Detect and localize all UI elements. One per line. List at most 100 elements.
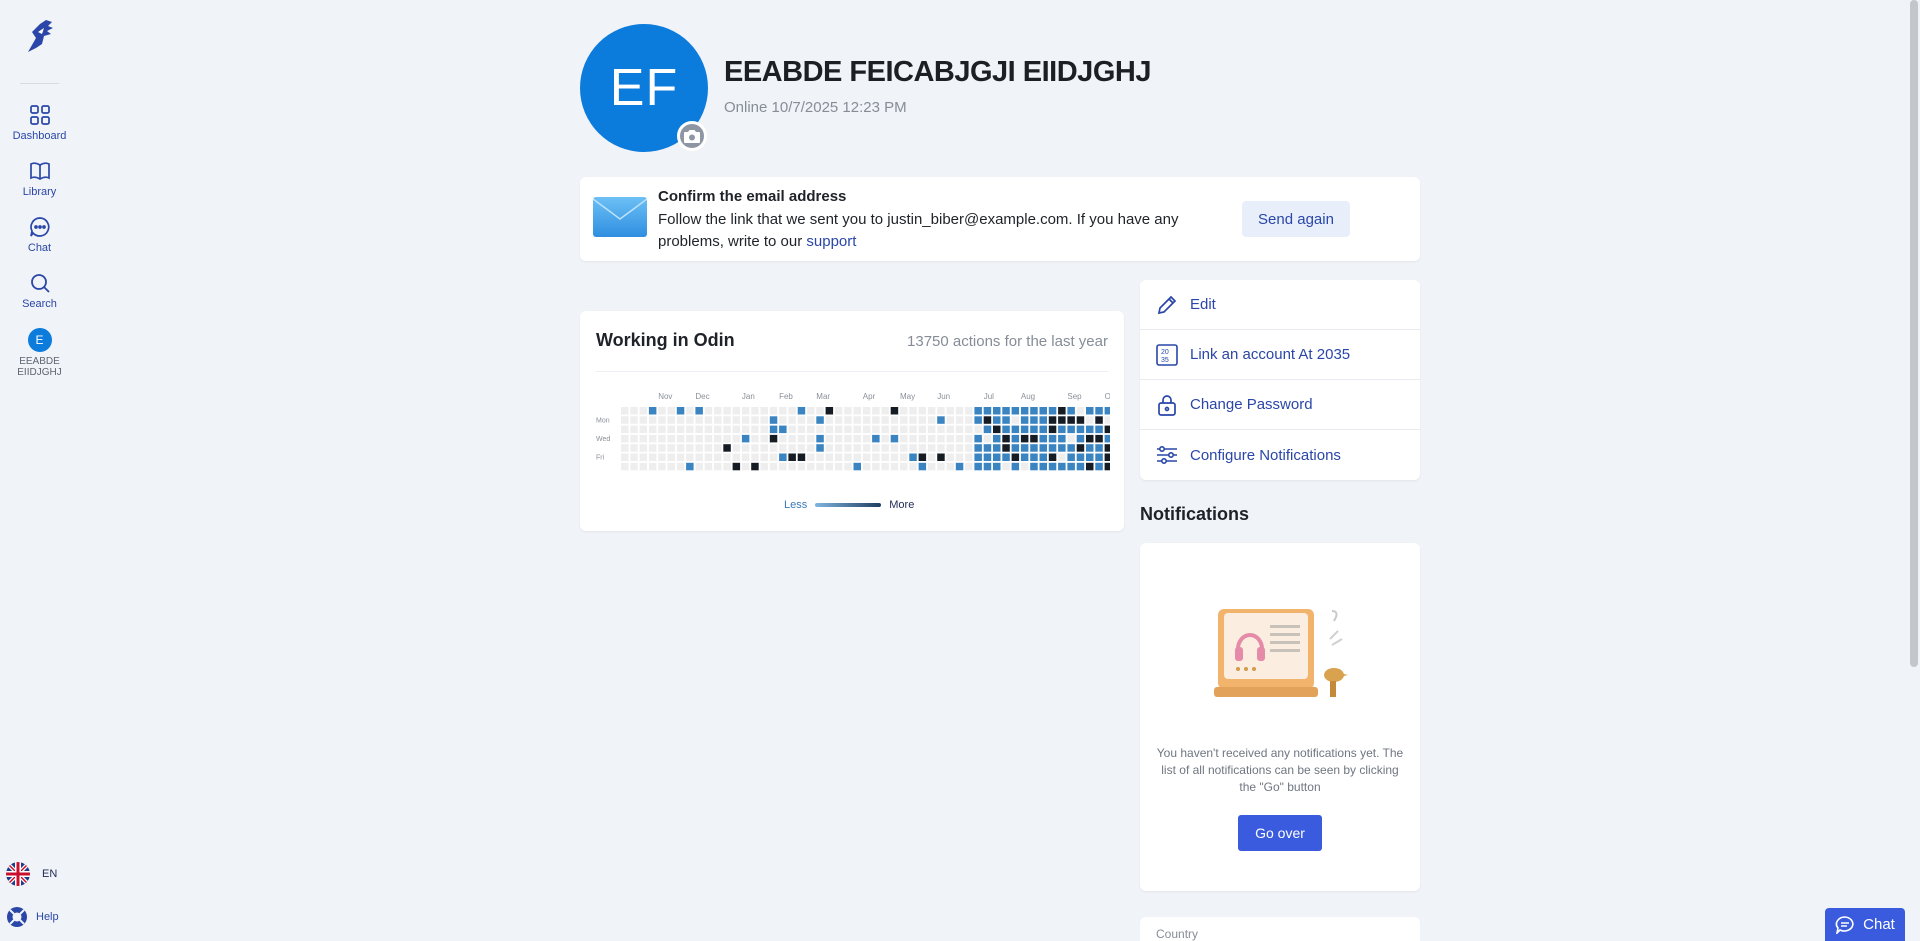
heatmap-cell — [1086, 444, 1094, 452]
heatmap-cell — [751, 462, 759, 471]
heatmap-cell — [695, 453, 703, 461]
heatmap-cell — [1030, 416, 1038, 424]
sidebar-item-chat[interactable]: Chat — [0, 216, 79, 254]
link-account-button[interactable]: 20 35 Link an account At 2035 — [1140, 330, 1420, 380]
heatmap-cell — [1067, 444, 1075, 452]
heatmap-cell — [658, 407, 666, 415]
go-over-button[interactable]: Go over — [1238, 815, 1322, 851]
heatmap-cell — [1076, 444, 1085, 452]
heatmap-cell — [648, 462, 657, 471]
edit-profile-button[interactable]: Edit — [1140, 280, 1420, 330]
email-banner-text: Follow the link that we sent you to just… — [658, 211, 1179, 250]
heatmap-cell — [825, 434, 834, 443]
heatmap-cell — [900, 425, 908, 434]
change-photo-button[interactable] — [677, 121, 707, 151]
heatmap-cell — [816, 434, 824, 443]
heatmap-cell — [844, 453, 852, 461]
heatmap-cell — [881, 453, 889, 461]
language-selector[interactable]: EN — [6, 862, 57, 886]
heatmap-cell — [844, 462, 852, 471]
configure-notifications-button[interactable]: Configure Notifications — [1140, 430, 1420, 480]
language-label: EN — [42, 868, 58, 880]
month-label: Feb — [779, 392, 793, 401]
heatmap-cell — [639, 444, 648, 452]
heatmap-cell — [993, 416, 1001, 424]
heatmap-cell — [1104, 453, 1110, 461]
heatmap-cell — [779, 434, 787, 443]
heatmap-cell — [1104, 444, 1110, 452]
month-label: Dec — [695, 392, 709, 401]
heatmap-cell — [648, 407, 657, 415]
heatmap-cell — [1039, 407, 1047, 415]
heatmap-cell — [834, 407, 843, 415]
heatmap-cell — [760, 416, 768, 424]
heatmap-cell — [630, 407, 638, 415]
sidebar-item-label: Library — [22, 186, 57, 198]
heatmap-cell — [686, 425, 694, 434]
odin-logo-icon[interactable] — [22, 18, 56, 56]
email-banner-title: Confirm the email address — [658, 188, 847, 205]
heatmap-cell — [741, 462, 750, 471]
heatmap-cell — [844, 444, 852, 452]
heatmap-cell — [816, 462, 824, 471]
support-link[interactable]: support — [806, 233, 856, 250]
month-label: Mar — [816, 392, 830, 401]
heatmap-cell — [844, 407, 852, 415]
heatmap-cell — [1048, 407, 1057, 415]
change-password-button[interactable]: Change Password — [1140, 380, 1420, 430]
heatmap-cell — [965, 453, 973, 461]
scrollbar-thumb[interactable] — [1910, 0, 1918, 667]
legend-gradient — [815, 503, 882, 507]
heatmap-cell — [1076, 462, 1085, 471]
sidebar-item-search[interactable]: Search — [0, 272, 79, 310]
heatmap-cell — [918, 434, 927, 443]
heatmap-cell — [946, 462, 954, 471]
send-again-button[interactable]: Send again — [1242, 201, 1350, 237]
heatmap-cell — [974, 453, 982, 461]
heatmap-cell — [983, 462, 992, 471]
heatmap-cell — [1002, 453, 1010, 461]
heatmap-cell — [983, 453, 992, 461]
heatmap-cell — [834, 444, 843, 452]
heatmap-cell — [1095, 444, 1103, 452]
heatmap-cell — [788, 434, 796, 443]
heatmap-cell — [621, 425, 629, 434]
heatmap-legend: Less More — [784, 499, 914, 511]
sidebar-item-profile[interactable]: E EEABDE EIIDJGHJ — [0, 328, 79, 378]
heatmap-cell — [1095, 434, 1103, 443]
heatmap-cell — [872, 462, 880, 471]
heatmap-cell — [723, 453, 731, 461]
heatmap-cell — [862, 434, 871, 443]
sidebar: Dashboard Library Chat Search E EEABDE EI… — [0, 0, 79, 941]
heatmap-cell — [1104, 416, 1110, 424]
heatmap-cell — [937, 453, 945, 461]
heatmap-cell — [862, 462, 871, 471]
heatmap-cell — [909, 462, 917, 471]
sidebar-item-dashboard[interactable]: Dashboard — [0, 104, 79, 142]
heatmap-cell — [1002, 434, 1010, 443]
heatmap-cell — [853, 462, 861, 471]
heatmap-cell — [667, 425, 675, 434]
book-icon — [29, 162, 50, 180]
heatmap-cell — [844, 416, 852, 424]
heatmap-cell — [695, 416, 703, 424]
heatmap-cell — [686, 416, 694, 424]
chat-widget-button[interactable]: Chat — [1825, 908, 1905, 941]
heatmap-cell — [723, 425, 731, 434]
heatmap-cell — [1104, 462, 1110, 471]
month-label: Oct — [1105, 392, 1110, 401]
help-link[interactable]: Help — [6, 906, 59, 928]
heatmap-cell — [853, 434, 861, 443]
heatmap-cell — [1058, 434, 1066, 443]
heatmap-cell — [955, 425, 964, 434]
heatmap-cell — [695, 407, 703, 415]
day-label: Mon — [596, 417, 610, 424]
sidebar-item-library[interactable]: Library — [0, 160, 79, 198]
heatmap-cell — [965, 407, 973, 415]
heatmap-cell — [881, 462, 889, 471]
heatmap-cell — [955, 407, 964, 415]
sidebar-item-label: Chat — [27, 242, 52, 254]
heatmap-cell — [1011, 453, 1020, 461]
heatmap-cell — [704, 462, 713, 471]
month-label: Nov — [658, 392, 672, 401]
